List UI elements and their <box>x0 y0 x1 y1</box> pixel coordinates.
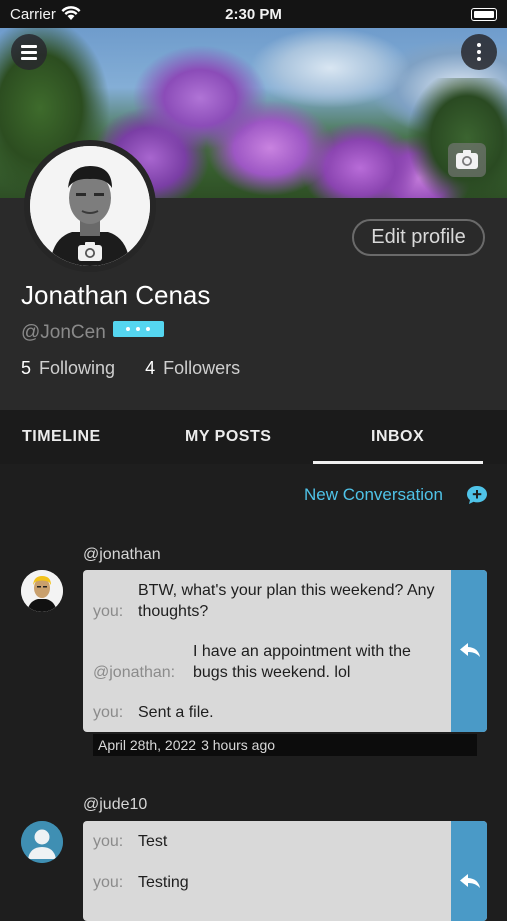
more-options-button[interactable] <box>461 34 497 70</box>
conversation-avatar[interactable] <box>21 821 63 863</box>
conversation-username: @jude10 <box>83 796 148 813</box>
battery-icon <box>471 8 497 21</box>
tab-my-posts[interactable]: MY POSTS <box>185 428 271 446</box>
new-conversation-button[interactable]: New Conversation <box>304 485 443 505</box>
reply-icon <box>460 874 480 888</box>
conversation-timestamp: April 28th, 2022 3 hours ago <box>93 734 477 756</box>
clock: 2:30 PM <box>225 6 282 23</box>
change-avatar-button[interactable] <box>77 240 103 262</box>
new-message-icon[interactable] <box>466 485 488 505</box>
camera-icon <box>78 242 102 261</box>
profile-handle: @JonCen <box>21 322 106 343</box>
conversation-card[interactable]: you: BTW, what's your plan this weekend?… <box>83 570 487 732</box>
tab-inbox[interactable]: INBOX <box>371 428 424 446</box>
change-cover-button[interactable] <box>448 143 486 177</box>
tab-timeline[interactable]: TIMELINE <box>22 428 101 446</box>
reply-icon <box>460 643 480 657</box>
status-bar: Carrier 2:30 PM <box>0 0 507 28</box>
camera-icon <box>456 150 478 169</box>
profile-name: Jonathan Cenas <box>21 280 211 310</box>
following-link[interactable]: 5 Following <box>21 358 115 378</box>
conversation-card[interactable]: you: Test you: Testing <box>83 821 487 921</box>
profile-tabs: TIMELINE MY POSTS INBOX <box>0 410 507 464</box>
followers-link[interactable]: 4 Followers <box>145 358 240 378</box>
hamburger-icon <box>21 45 37 48</box>
handle-badge[interactable] <box>113 321 164 337</box>
follow-stats: 5 Following 4 Followers <box>21 358 240 379</box>
more-vertical-icon <box>477 43 481 47</box>
conversation-username: @jonathan <box>83 546 161 563</box>
menu-button[interactable] <box>11 34 47 70</box>
conversation-avatar[interactable] <box>21 570 63 612</box>
reply-button[interactable] <box>451 570 487 732</box>
reply-button[interactable] <box>451 821 487 921</box>
edit-profile-button[interactable]: Edit profile <box>352 219 485 256</box>
